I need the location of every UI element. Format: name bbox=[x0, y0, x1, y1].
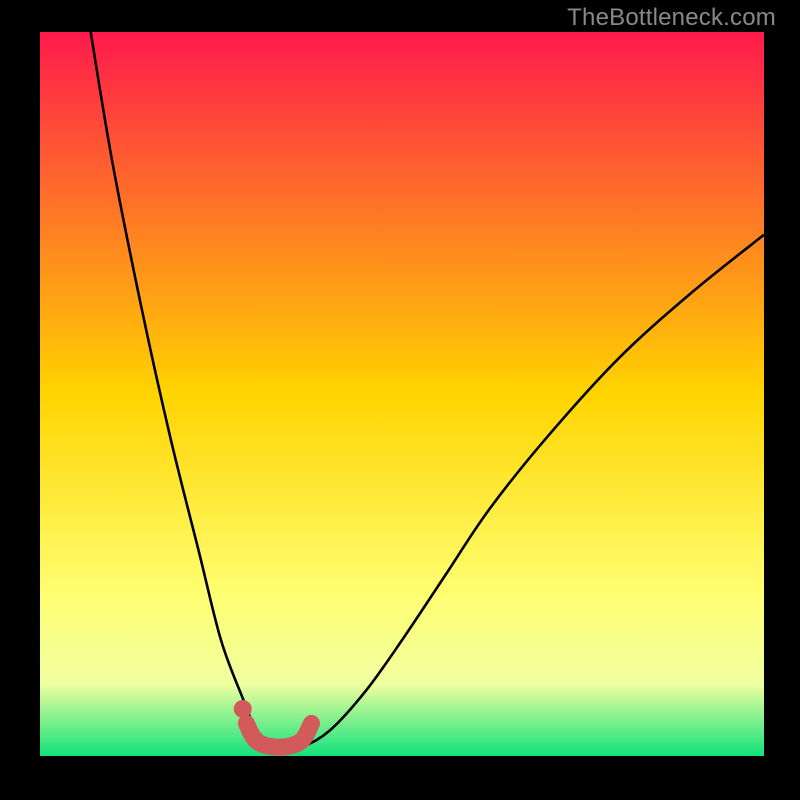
watermark-label: TheBottleneck.com bbox=[567, 4, 776, 32]
plot-area bbox=[40, 32, 764, 756]
gradient-background bbox=[40, 32, 764, 756]
optimal-dot-marker bbox=[234, 700, 252, 718]
chart-frame: TheBottleneck.com bbox=[0, 0, 800, 800]
chart-svg bbox=[40, 32, 764, 756]
